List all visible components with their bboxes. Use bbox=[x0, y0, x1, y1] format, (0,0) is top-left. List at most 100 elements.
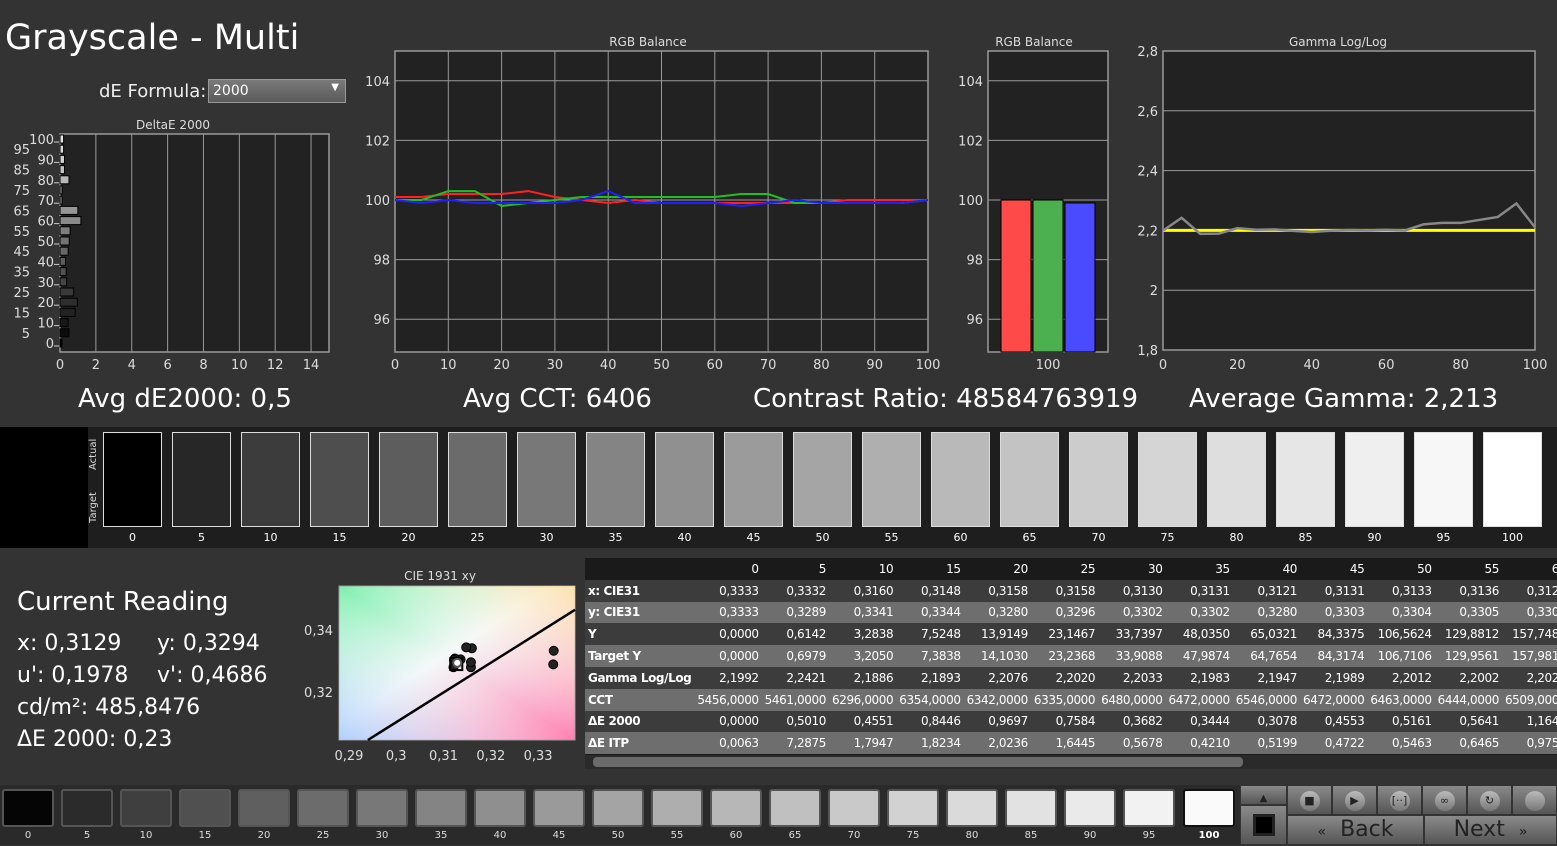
table-cell: 0,3682 bbox=[1098, 710, 1166, 733]
column-header: 10 bbox=[828, 558, 897, 580]
gray-patch[interactable] bbox=[1276, 432, 1335, 527]
scrollbar-thumb[interactable] bbox=[593, 757, 1243, 767]
table-row: ΔE 2000 0,0000 0,5010 0,4551 0,8446 0,9697 0,7… bbox=[585, 710, 1557, 733]
stop-measure-button[interactable] bbox=[1240, 805, 1287, 845]
bracket-button[interactable]: [··] bbox=[1377, 785, 1422, 815]
table-cell: 6472,0000 bbox=[1300, 688, 1368, 711]
gray-patch[interactable] bbox=[517, 432, 576, 527]
table-cell: 0,5161 bbox=[1367, 710, 1435, 733]
patch-button[interactable] bbox=[61, 789, 113, 827]
gray-patch[interactable] bbox=[1483, 432, 1542, 527]
patch-button[interactable] bbox=[1005, 789, 1057, 827]
patch-button[interactable] bbox=[179, 789, 231, 827]
patch-button[interactable] bbox=[828, 789, 880, 827]
delta-bar bbox=[59, 328, 70, 338]
next-button[interactable]: Next » bbox=[1424, 815, 1557, 845]
gray-patch[interactable] bbox=[724, 432, 783, 527]
gray-patch[interactable] bbox=[931, 432, 990, 527]
patch-button[interactable] bbox=[238, 789, 290, 827]
delta-bar bbox=[59, 256, 67, 266]
row-label: y: CIE31 bbox=[585, 601, 695, 624]
patch-button[interactable] bbox=[710, 789, 762, 827]
gray-patch[interactable] bbox=[1000, 432, 1059, 527]
x-tick-label: 20 bbox=[493, 358, 510, 373]
patch-button[interactable] bbox=[533, 789, 585, 827]
table-cell: 0,3160 bbox=[828, 579, 897, 602]
chart-title: CIE 1931 xy bbox=[404, 569, 476, 583]
x-tick-label: 0 bbox=[391, 358, 399, 373]
y-tick-label: 55 bbox=[13, 225, 30, 240]
record-button[interactable] bbox=[1512, 785, 1557, 815]
patch-button[interactable] bbox=[120, 789, 172, 827]
patch-button[interactable] bbox=[297, 789, 349, 827]
current-reading-title: Current Reading bbox=[17, 587, 229, 617]
gray-patch[interactable] bbox=[586, 432, 645, 527]
chart-title: RGB Balance bbox=[609, 35, 687, 49]
next-label: Next bbox=[1453, 817, 1505, 842]
stop-button[interactable]: ■ bbox=[1287, 785, 1332, 815]
gray-patch[interactable] bbox=[103, 432, 162, 527]
delta-bar bbox=[59, 205, 79, 215]
table-scrollbar[interactable] bbox=[585, 755, 1557, 769]
table-cell: 1,1642 bbox=[1501, 710, 1557, 733]
gray-patch[interactable] bbox=[862, 432, 921, 527]
y-tick-label: 100 bbox=[365, 194, 390, 209]
gray-patch[interactable] bbox=[241, 432, 300, 527]
patch-label: 60 bbox=[729, 830, 743, 841]
patch-button[interactable] bbox=[651, 789, 703, 827]
patch-button[interactable] bbox=[946, 789, 998, 827]
up-button[interactable]: ▲ bbox=[1240, 785, 1287, 805]
patch-button[interactable] bbox=[887, 789, 939, 827]
arrow-up-icon: ▲ bbox=[1259, 793, 1268, 804]
gray-patch[interactable] bbox=[379, 432, 438, 527]
patch-label: 40 bbox=[493, 830, 507, 841]
patch-button[interactable] bbox=[592, 789, 644, 827]
patch-button[interactable] bbox=[769, 789, 821, 827]
patch-label: 100 bbox=[1198, 830, 1220, 841]
patch-button[interactable] bbox=[356, 789, 408, 827]
loop-button[interactable]: ∞ bbox=[1422, 785, 1467, 815]
play-button[interactable]: ▶ bbox=[1332, 785, 1377, 815]
gray-patch[interactable] bbox=[1138, 432, 1197, 527]
gray-patch[interactable] bbox=[1414, 432, 1473, 527]
refresh-button[interactable]: ↻ bbox=[1467, 785, 1512, 815]
patch-label: 35 bbox=[608, 531, 623, 544]
gray-patch[interactable] bbox=[655, 432, 714, 527]
y-tick-label: 40 bbox=[37, 255, 54, 270]
x-tick-label: 100 bbox=[916, 358, 941, 373]
gray-patch[interactable] bbox=[172, 432, 231, 527]
gray-patch[interactable] bbox=[793, 432, 852, 527]
gray-patch[interactable] bbox=[1207, 432, 1266, 527]
x-tick-label: 6 bbox=[163, 358, 171, 373]
gray-patch[interactable] bbox=[310, 432, 369, 527]
patch-button[interactable] bbox=[1183, 789, 1235, 827]
patch-button[interactable] bbox=[2, 789, 54, 827]
column-header: 15 bbox=[896, 558, 964, 580]
table-cell: 0,3341 bbox=[828, 601, 897, 624]
gray-patch[interactable] bbox=[448, 432, 507, 527]
x-tick-label: 12 bbox=[267, 358, 284, 373]
play-icon: ▶ bbox=[1344, 791, 1365, 811]
table-cell: 6472,0000 bbox=[1165, 688, 1233, 711]
table-cell: 0,3131 bbox=[1165, 579, 1233, 602]
table-cell: 0,3304 bbox=[1367, 601, 1435, 624]
patch-button[interactable] bbox=[415, 789, 467, 827]
patch-label: 10 bbox=[139, 830, 153, 841]
back-button[interactable]: « Back bbox=[1287, 815, 1424, 845]
row-label: Gamma Log/Log bbox=[585, 666, 695, 689]
patch-button[interactable] bbox=[1123, 789, 1175, 827]
y-tick-label: 20 bbox=[37, 296, 54, 311]
column-header: 20 bbox=[963, 558, 1031, 580]
double-chevron-right-icon: » bbox=[1518, 824, 1528, 840]
patch-button[interactable] bbox=[1064, 789, 1116, 827]
gray-patch[interactable] bbox=[1069, 432, 1128, 527]
patch-label: 55 bbox=[670, 830, 684, 841]
gray-patch[interactable] bbox=[1345, 432, 1404, 527]
patch-button[interactable] bbox=[474, 789, 526, 827]
table-cell: 0,3148 bbox=[896, 579, 964, 602]
target-label: Target bbox=[88, 492, 99, 523]
table-cell: 6444,0000 bbox=[1434, 688, 1502, 711]
x-tick-label: 10 bbox=[440, 358, 457, 373]
table-cell: 0,3302 bbox=[1165, 601, 1233, 624]
table-cell: 6546,0000 bbox=[1232, 688, 1301, 711]
